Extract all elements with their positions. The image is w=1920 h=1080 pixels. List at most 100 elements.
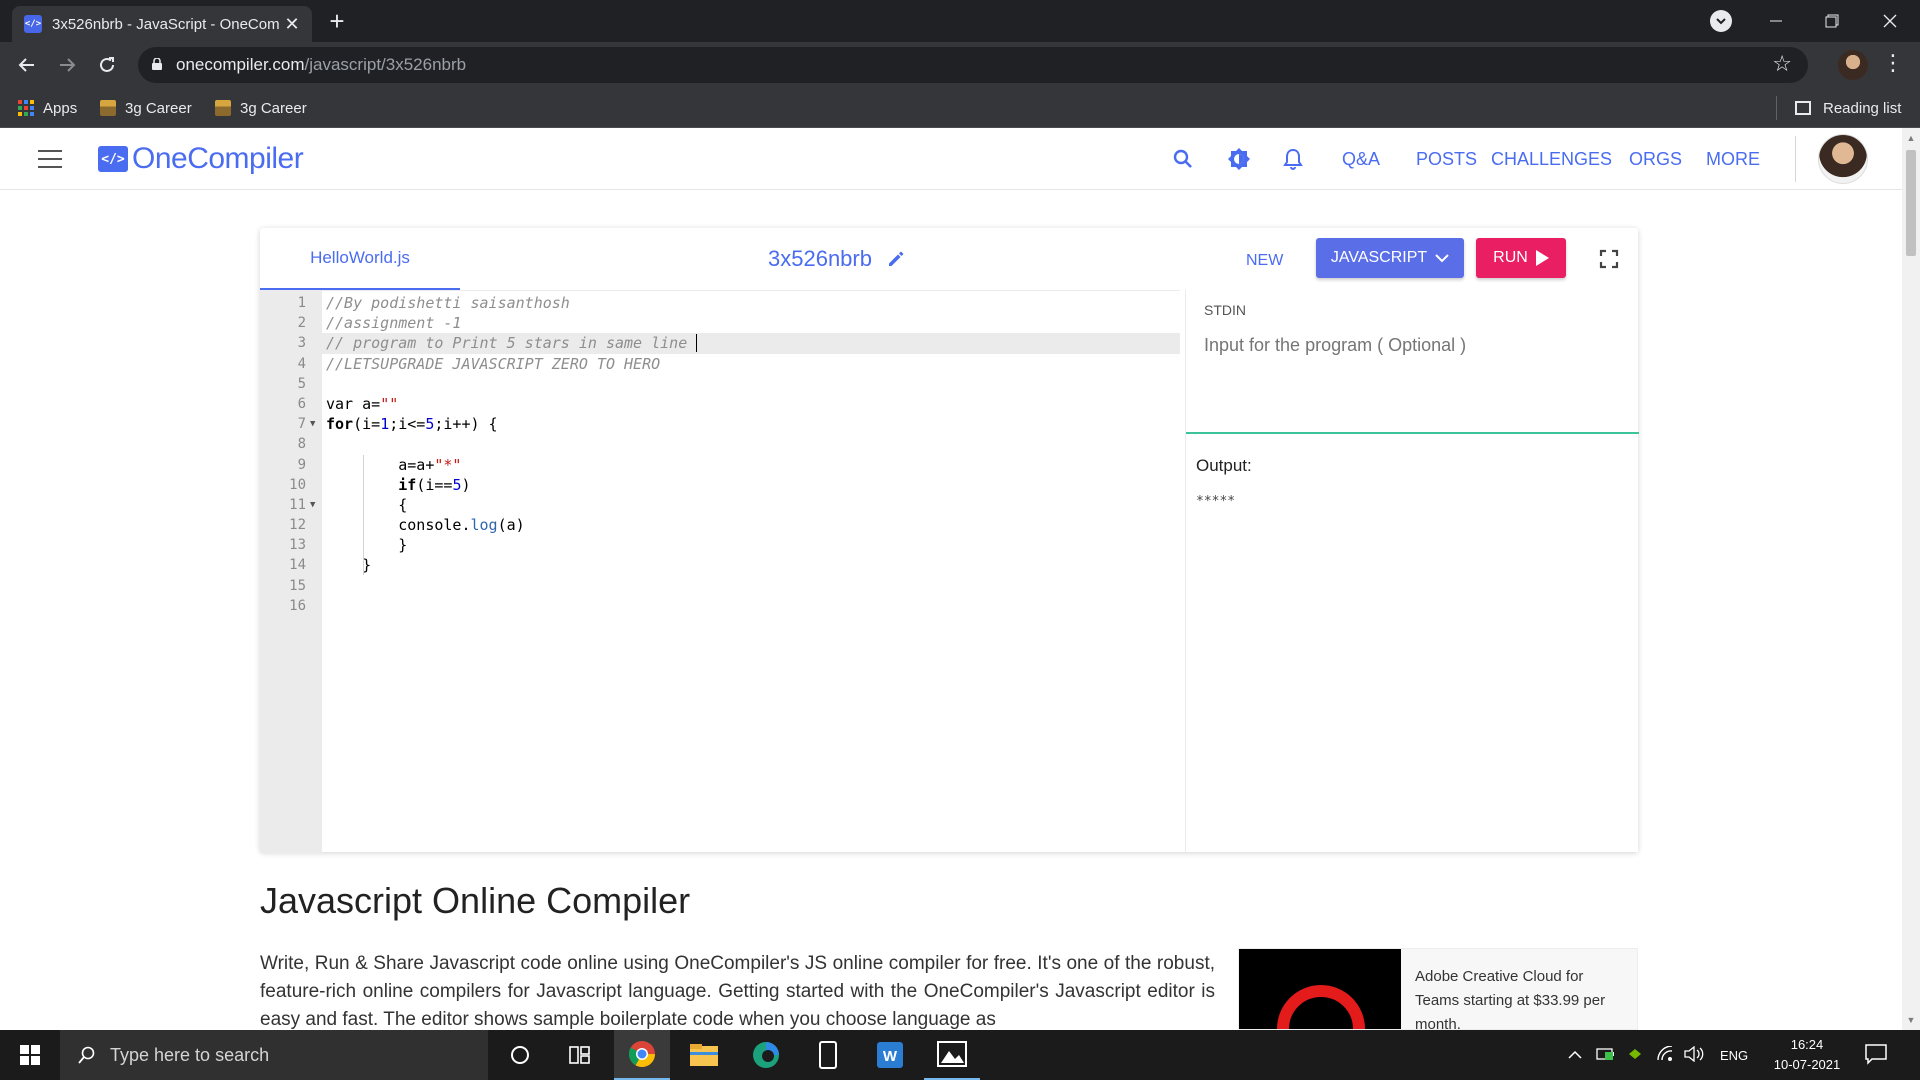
onecompiler-logo[interactable]: </> OneCompiler <box>98 140 304 178</box>
nav-orgs[interactable]: ORGS <box>1629 128 1682 190</box>
language-select-button[interactable]: JAVASCRIPT <box>1316 238 1464 278</box>
stdin-divider <box>1186 432 1639 434</box>
editor-toolbar: HelloWorld.js 3x526nbrb NEW JAVASCRIPT R… <box>260 228 1638 290</box>
nav-posts[interactable]: POSTS <box>1416 128 1477 190</box>
close-window-icon[interactable] <box>1862 0 1918 42</box>
browser-menu-icon[interactable]: ⋮ <box>1882 50 1904 76</box>
edit-pencil-icon[interactable] <box>886 249 906 269</box>
new-tab-button[interactable]: + <box>322 6 352 36</box>
nav-more[interactable]: MORE <box>1706 128 1760 190</box>
apps-grid-icon <box>18 100 34 116</box>
lock-icon <box>152 58 162 70</box>
notification-center-icon[interactable] <box>1864 1042 1888 1066</box>
bookmark-label: 3g Career <box>125 99 192 117</box>
ad-text: Adobe Creative Cloud for Teams starting … <box>1415 968 1606 1030</box>
wifi-icon[interactable] <box>1656 1044 1674 1065</box>
code-editor[interactable]: 1//By podishetti saisanthosh 2//assignme… <box>260 290 1180 853</box>
creative-cloud-logo-icon <box>1277 985 1365 1029</box>
page-scrollbar[interactable]: ▲ ▼ <box>1902 128 1920 1030</box>
new-button[interactable]: NEW <box>1246 246 1283 276</box>
forward-icon[interactable] <box>52 50 82 80</box>
article-title: Javascript Online Compiler <box>260 880 691 921</box>
tab-search-icon[interactable] <box>1710 10 1732 32</box>
search-icon[interactable] <box>1170 146 1196 172</box>
system-tray: ENG <box>1568 1030 1748 1080</box>
ad-banner[interactable]: Adobe Creative Cloud for Teams starting … <box>1238 948 1638 1030</box>
scroll-down-icon[interactable]: ▼ <box>1902 1012 1920 1028</box>
input-language[interactable]: ENG <box>1720 1048 1748 1063</box>
taskbar-clock[interactable]: 16:24 10-07-2021 <box>1762 1035 1852 1075</box>
notification-bell-icon[interactable] <box>1280 146 1306 172</box>
windows-logo-icon <box>20 1045 40 1065</box>
svg-text:W: W <box>883 1048 898 1065</box>
code-line: 4//LETSUPGRADE JAVASCRIPT ZERO TO HERO <box>297 354 661 373</box>
word-icon[interactable]: W <box>862 1030 918 1080</box>
browser-tab[interactable]: </> 3x526nbrb - JavaScript - OneCom ✕ <box>12 6 312 42</box>
theme-toggle-icon[interactable] <box>1226 146 1252 172</box>
fold-arrow-icon[interactable]: ▼ <box>310 414 315 434</box>
code-line: 10 if(i==5) <box>289 475 471 494</box>
code-id-text: 3x526nbrb <box>768 246 872 271</box>
output-label: Output: <box>1196 456 1252 475</box>
code-title[interactable]: 3x526nbrb <box>768 228 906 290</box>
bookmark-3g-career[interactable]: 3g Career <box>100 88 192 128</box>
reload-icon[interactable] <box>92 50 122 80</box>
browser-profile-avatar[interactable] <box>1838 50 1868 80</box>
bookmark-3g-career[interactable]: 3g Career <box>215 88 307 128</box>
language-label: JAVASCRIPT <box>1330 249 1428 266</box>
volume-icon[interactable] <box>1684 1045 1704 1065</box>
code-line: 14 } <box>289 556 372 575</box>
code-line: 15 <box>289 577 306 594</box>
code-line: 7 ▼ for(i=1;i<=5;i++) { <box>297 414 498 434</box>
chrome-taskbar-icon[interactable] <box>614 1030 670 1080</box>
file-tab[interactable]: HelloWorld.js <box>260 228 460 290</box>
scroll-up-icon[interactable]: ▲ <box>1902 130 1920 146</box>
output-value: ***** <box>1196 494 1236 509</box>
code-line: 6 var a="" <box>297 394 399 413</box>
stdin-input[interactable] <box>1204 330 1624 360</box>
chevron-up-icon[interactable] <box>1568 1048 1582 1063</box>
windows-start-button[interactable] <box>0 1030 60 1080</box>
header-divider <box>1795 136 1796 182</box>
phone-link-icon[interactable] <box>800 1030 856 1080</box>
site-header: </> OneCompiler Q&A POSTS CHALLENGES ORG… <box>0 128 1920 190</box>
back-icon[interactable] <box>12 50 42 80</box>
tab-close-icon[interactable]: ✕ <box>282 14 302 35</box>
battery-icon[interactable] <box>1596 1047 1616 1064</box>
nav-challenges[interactable]: CHALLENGES <box>1491 128 1612 190</box>
logo-mark: </> <box>98 146 128 172</box>
reading-list-button[interactable]: Reading list <box>1776 96 1901 120</box>
user-avatar[interactable] <box>1818 134 1868 184</box>
bookmark-apps[interactable]: Apps <box>18 88 77 128</box>
chevron-down-icon <box>1435 254 1449 263</box>
hamburger-menu-icon[interactable] <box>38 150 62 168</box>
article-body: Write, Run & Share Javascript code onlin… <box>260 953 1215 1030</box>
reading-list-icon <box>1795 101 1811 115</box>
file-explorer-icon[interactable] <box>676 1030 732 1080</box>
bookmark-favicon <box>100 100 116 116</box>
fold-arrow-icon[interactable]: ▼ <box>310 495 315 515</box>
io-panel: STDIN Output: ***** <box>1185 290 1639 852</box>
url-input[interactable]: onecompiler.com/javascript/3x526nbrb ☆ <box>138 47 1808 83</box>
bookmark-star-icon[interactable]: ☆ <box>1772 51 1792 77</box>
taskbar-search-box[interactable]: Type here to search <box>60 1030 488 1080</box>
scroll-thumb[interactable] <box>1906 150 1916 256</box>
code-line: 13 } <box>289 536 408 555</box>
clock-date: 10-07-2021 <box>1773 1057 1841 1072</box>
run-button[interactable]: RUN <box>1476 238 1566 278</box>
code-line: 5 <box>297 375 306 392</box>
code-line: 1//By podishetti saisanthosh <box>297 294 570 312</box>
cortana-icon[interactable] <box>492 1030 548 1080</box>
fullscreen-icon[interactable] <box>1598 248 1620 270</box>
nvidia-icon[interactable] <box>1628 1048 1642 1063</box>
search-icon <box>78 1046 95 1064</box>
url-text: onecompiler.com/javascript/3x526nbrb <box>176 55 467 74</box>
code-line: 9 a=a+"*" <box>297 455 462 474</box>
photos-icon[interactable] <box>924 1030 980 1080</box>
restore-icon[interactable] <box>1804 0 1860 42</box>
edge-icon[interactable] <box>738 1030 794 1080</box>
task-view-icon[interactable] <box>552 1030 608 1080</box>
minimize-icon[interactable] <box>1748 0 1804 42</box>
nav-qa[interactable]: Q&A <box>1342 128 1380 190</box>
taskbar-search-placeholder: Type here to search <box>110 1044 270 1065</box>
